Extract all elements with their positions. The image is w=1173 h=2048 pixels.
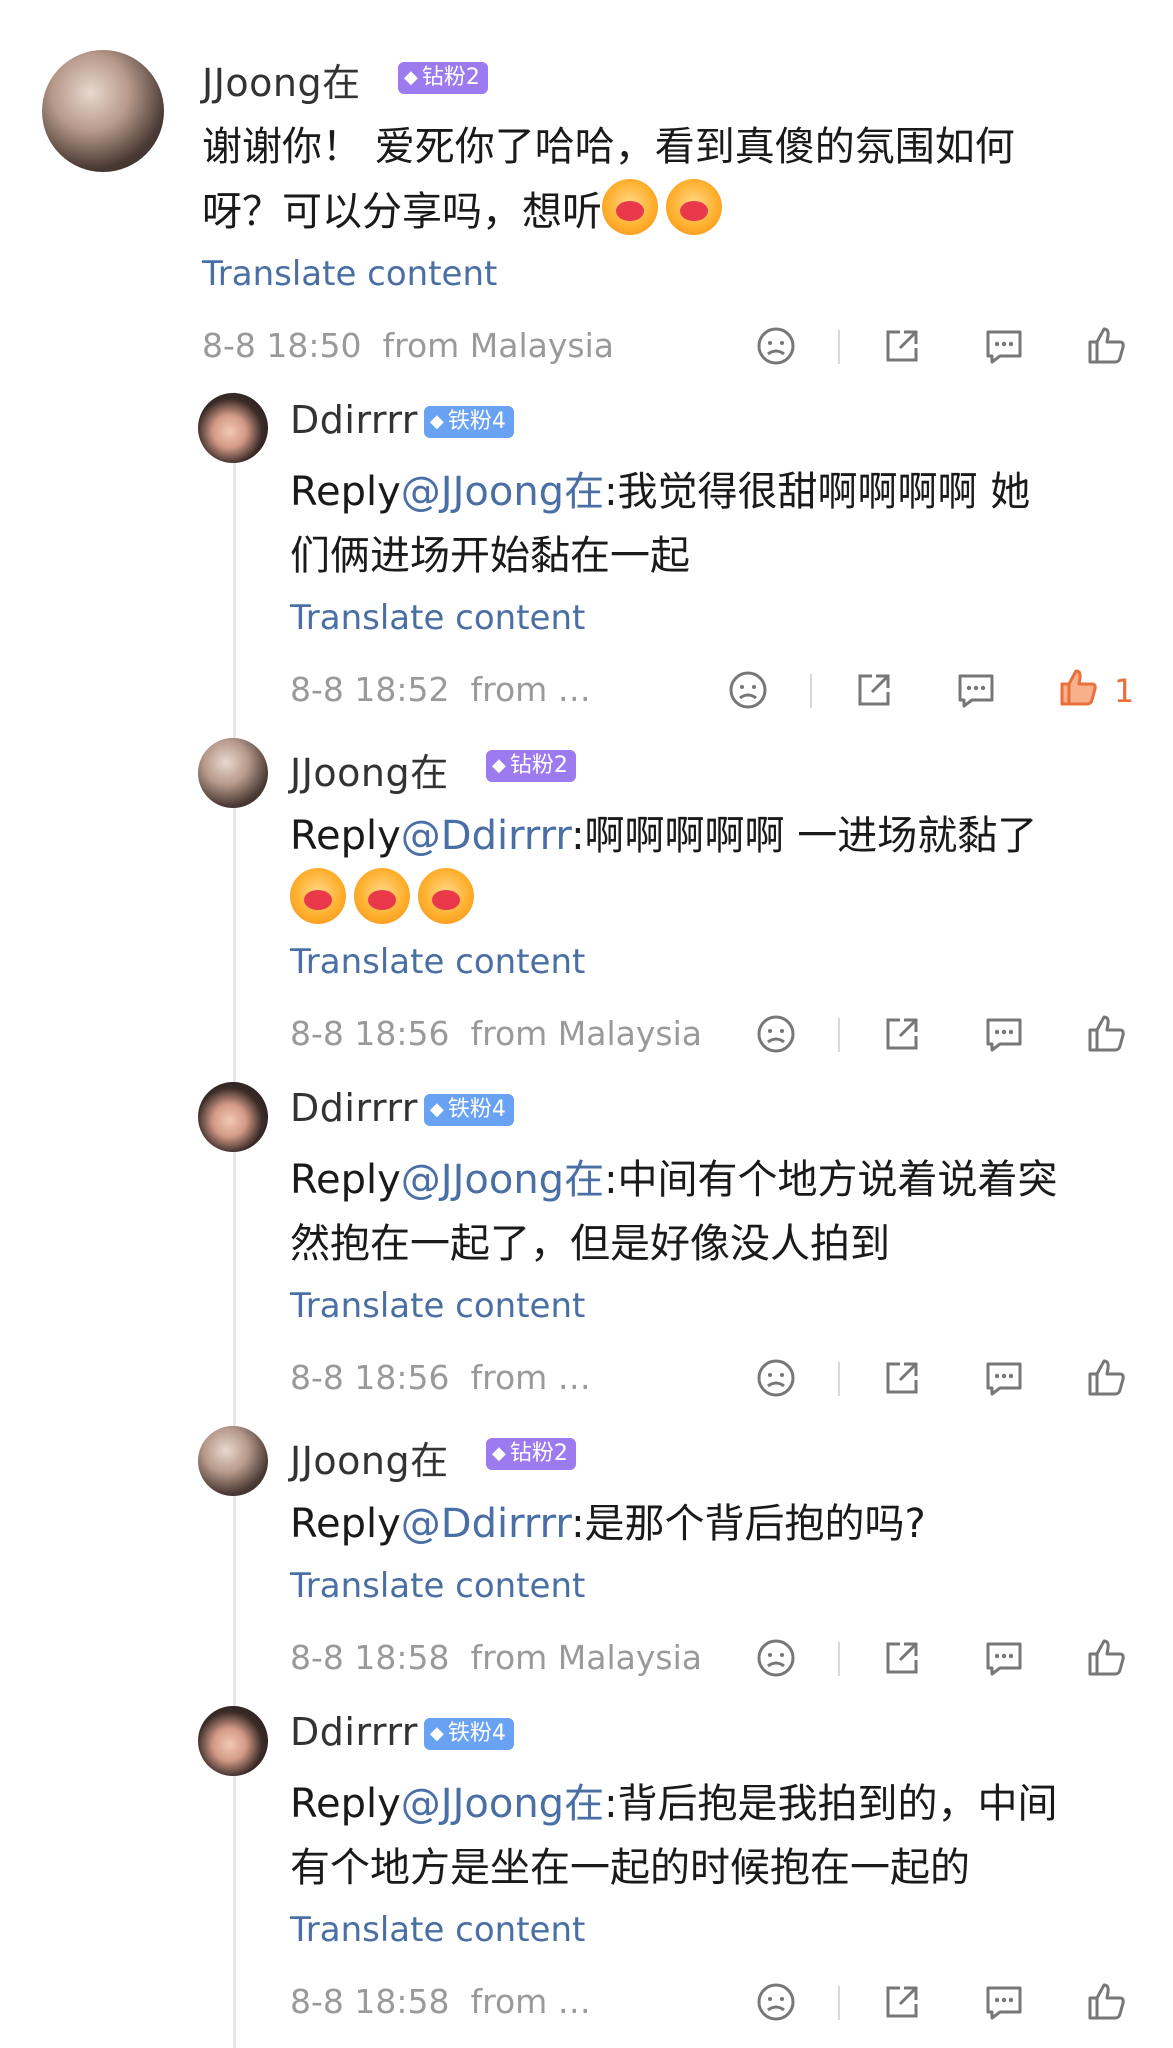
dislike-icon[interactable] xyxy=(754,1980,798,2024)
fan-badge: ◆ 铁粉4 xyxy=(424,406,514,438)
divider xyxy=(838,1362,840,1396)
translate-link[interactable]: Translate content xyxy=(290,942,585,982)
username[interactable]: Ddirrrr xyxy=(290,1710,418,1754)
share-icon[interactable] xyxy=(852,668,896,712)
diamond-icon: ◆ xyxy=(492,1443,506,1464)
comment-text: Reply@JJoong在:背后抱是我拍到的，中间 有个地方是坐在一起的时候抱在… xyxy=(290,1781,1058,1891)
reply-icon[interactable] xyxy=(982,1356,1026,1400)
mention-link[interactable]: @JJoong在 xyxy=(401,469,604,515)
avatar[interactable] xyxy=(42,50,164,172)
reply-icon[interactable] xyxy=(982,1980,1026,2024)
comment-meta: 8-8 18:58 from … xyxy=(290,1982,591,2021)
translate-link[interactable]: Translate content xyxy=(290,1286,585,1326)
like-icon[interactable] xyxy=(1084,1012,1128,1056)
dislike-icon[interactable] xyxy=(754,1012,798,1056)
reply-icon[interactable] xyxy=(982,1636,1026,1680)
diamond-icon: ◆ xyxy=(430,1723,444,1744)
comment-text: Reply@Ddirrrr:啊啊啊啊啊 一进场就黏了 xyxy=(290,804,1150,933)
fan-badge: ◆ 钻粉2 xyxy=(486,1438,576,1470)
divider xyxy=(838,1642,840,1676)
share-icon[interactable] xyxy=(880,324,924,368)
hugging-emoji-icon xyxy=(666,179,722,235)
mention-link[interactable]: @Ddirrrr xyxy=(401,1501,571,1547)
hugging-emoji-icon xyxy=(290,868,346,924)
reply-icon[interactable] xyxy=(954,668,998,712)
fan-badge: ◆ 铁粉4 xyxy=(424,1718,514,1750)
share-icon[interactable] xyxy=(880,1980,924,2024)
reply-icon[interactable] xyxy=(982,324,1026,368)
dislike-icon[interactable] xyxy=(754,1356,798,1400)
fan-badge: ◆ 钻粉2 xyxy=(486,750,576,782)
username[interactable]: JJoong在 xyxy=(290,1430,449,1485)
divider xyxy=(838,1986,840,2020)
diamond-icon: ◆ xyxy=(430,1099,444,1120)
diamond-icon: ◆ xyxy=(492,755,506,776)
comment-meta: 8-8 18:52 from … xyxy=(290,670,591,709)
hugging-emoji-icon xyxy=(418,868,474,924)
fan-badge: ◆ 铁粉4 xyxy=(424,1094,514,1126)
comment-meta: 8-8 18:56 from Malaysia xyxy=(290,1014,702,1053)
avatar[interactable] xyxy=(198,1706,268,1776)
mention-link[interactable]: @JJoong在 xyxy=(401,1781,604,1827)
hugging-emoji-icon xyxy=(602,179,658,235)
comment-meta: 8-8 18:58 from Malaysia xyxy=(290,1638,702,1677)
divider xyxy=(838,330,840,364)
mention-link[interactable]: @JJoong在 xyxy=(401,1157,604,1203)
diamond-icon: ◆ xyxy=(430,411,444,432)
dislike-icon[interactable] xyxy=(754,324,798,368)
diamond-icon: ◆ xyxy=(404,67,418,88)
like-icon[interactable] xyxy=(1084,324,1128,368)
share-icon[interactable] xyxy=(880,1012,924,1056)
avatar[interactable] xyxy=(198,1082,268,1152)
like-icon-active[interactable] xyxy=(1056,666,1100,710)
username[interactable]: Ddirrrr xyxy=(290,398,418,442)
like-icon[interactable] xyxy=(1084,1980,1128,2024)
avatar[interactable] xyxy=(198,1426,268,1496)
comment-text: Reply@JJoong在:中间有个地方说着说着突 然抱在一起了，但是好像没人拍… xyxy=(290,1157,1058,1267)
avatar[interactable] xyxy=(198,738,268,808)
comment-text: Reply@Ddirrrr:是那个背后抱的吗? xyxy=(290,1501,926,1547)
reply-icon[interactable] xyxy=(982,1012,1026,1056)
avatar[interactable] xyxy=(198,393,268,463)
comment-meta: 8-8 18:56 from … xyxy=(290,1358,591,1397)
username[interactable]: JJoong在 xyxy=(290,742,449,797)
fan-badge: ◆ 钻粉2 xyxy=(398,62,488,94)
like-count: 1 xyxy=(1114,672,1135,710)
share-icon[interactable] xyxy=(880,1356,924,1400)
comment-meta: 8-8 18:50 from Malaysia xyxy=(202,326,614,365)
translate-link[interactable]: Translate content xyxy=(290,598,585,638)
divider xyxy=(810,674,812,708)
translate-link[interactable]: Translate content xyxy=(290,1910,585,1950)
thread-line xyxy=(233,392,236,2048)
comment-text: Reply@JJoong在:我觉得很甜啊啊啊啊 她 们俩进场开始黏在一起 xyxy=(290,469,1031,579)
hugging-emoji-icon xyxy=(354,868,410,924)
comment-text: 谢谢你！ 爱死你了哈哈，看到真傻的氛围如何 呀？可以分享吗，想听 xyxy=(202,124,1015,235)
username[interactable]: JJoong在 xyxy=(202,52,361,107)
divider xyxy=(838,1018,840,1052)
dislike-icon[interactable] xyxy=(726,668,770,712)
dislike-icon[interactable] xyxy=(754,1636,798,1680)
translate-link[interactable]: Translate content xyxy=(202,254,497,294)
like-icon[interactable] xyxy=(1084,1356,1128,1400)
translate-link[interactable]: Translate content xyxy=(290,1566,585,1606)
username[interactable]: Ddirrrr xyxy=(290,1086,418,1130)
mention-link[interactable]: @Ddirrrr xyxy=(401,813,571,859)
like-icon[interactable] xyxy=(1084,1636,1128,1680)
share-icon[interactable] xyxy=(880,1636,924,1680)
